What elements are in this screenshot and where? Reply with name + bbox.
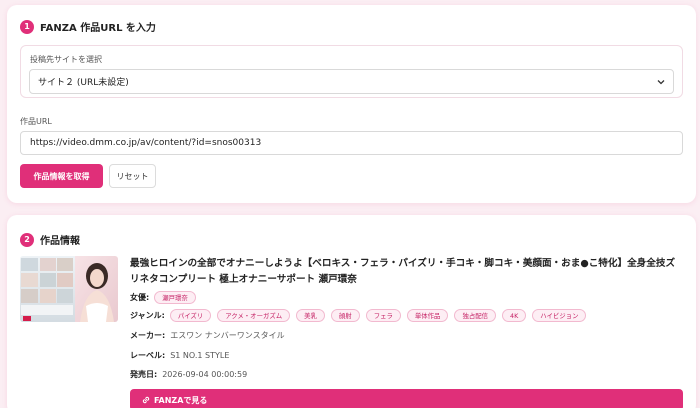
genre-tag[interactable]: パイズリ — [169, 309, 212, 322]
url-input[interactable]: https://video.dmm.co.jp/av/content/?id=s… — [20, 131, 683, 155]
genre-tag[interactable]: ハイビジョン — [532, 309, 587, 322]
genre-tag[interactable]: アクメ・オーガズム — [217, 309, 291, 322]
url-input-card: 1 FANZA 作品URL を入力 投稿先サイトを選択 サイト２ (URL未設定… — [7, 5, 696, 203]
genre-tag[interactable]: 単体作品 — [406, 309, 449, 322]
site-select[interactable]: サイト２ (URL未設定) — [29, 69, 674, 94]
product-thumbnail[interactable] — [20, 256, 118, 322]
section-title-2: 作品情報 — [40, 236, 80, 247]
view-on-fanza-button[interactable]: FANZAで見る — [130, 389, 683, 408]
release-date-value: 2026-09-04 00:00:59 — [162, 370, 248, 379]
site-select-group: 投稿先サイトを選択 サイト２ (URL未設定) — [20, 45, 683, 98]
site-select-value: サイト２ (URL未設定) — [38, 78, 129, 88]
actress-tag[interactable]: 瀬戸環奈 — [154, 291, 196, 304]
actress-label: 女優: — [130, 293, 150, 302]
actress-row: 女優: 瀬戸環奈 — [130, 291, 202, 304]
link-icon — [141, 395, 151, 405]
section-title-1: FANZA 作品URL を入力 — [40, 23, 156, 34]
genre-label: ジャンル: — [130, 311, 165, 320]
maker-value: エスワン ナンバーワンスタイル — [170, 331, 285, 340]
section-header-2: 2 作品情報 — [20, 232, 80, 247]
release-date-label: 発売日: — [130, 370, 158, 379]
label-value: S1 NO.1 STYLE — [170, 351, 230, 360]
reset-button[interactable]: リセット — [109, 164, 156, 188]
genre-tag[interactable]: フェラ — [365, 309, 401, 322]
genre-tag[interactable]: 美乳 — [296, 309, 325, 322]
genre-tag[interactable]: 独占配信 — [454, 309, 496, 322]
label-row: レーベル: S1 NO.1 STYLE — [130, 350, 229, 361]
product-title: 最強ヒロインの全部でオナニーしようよ【ベロキス・フェラ・パイズリ・手コキ・脚コキ… — [130, 258, 676, 285]
url-input-value: https://video.dmm.co.jp/av/content/?id=s… — [30, 138, 262, 148]
maker-label: メーカー: — [130, 331, 166, 340]
label-label: レーベル: — [130, 351, 166, 360]
view-on-fanza-label: FANZAで見る — [154, 395, 208, 405]
section-header-1: 1 FANZA 作品URL を入力 — [20, 19, 156, 34]
genre-tag[interactable]: 4K — [502, 309, 527, 322]
release-date-row: 発売日: 2026-09-04 00:00:59 — [130, 369, 247, 380]
product-info-card: 2 作品情報 最強ヒロインの全部でオナニーしようよ【ベロキス・フェラ・パイズリ・… — [7, 215, 696, 408]
url-field-label: 作品URL — [20, 117, 52, 126]
site-select-label: 投稿先サイトを選択 — [30, 55, 102, 64]
step-badge-2: 2 — [20, 232, 34, 247]
step-badge-1: 1 — [20, 19, 34, 34]
genre-tag[interactable]: 顔射 — [330, 309, 360, 322]
genre-row: ジャンル: パイズリ アクメ・オーガズム 美乳 顔射 フェラ 単体作品 独占配信… — [130, 309, 592, 322]
fetch-info-button[interactable]: 作品情報を取得 — [20, 164, 103, 188]
maker-row: メーカー: エスワン ナンバーワンスタイル — [130, 330, 285, 341]
chevron-down-icon — [656, 77, 666, 87]
